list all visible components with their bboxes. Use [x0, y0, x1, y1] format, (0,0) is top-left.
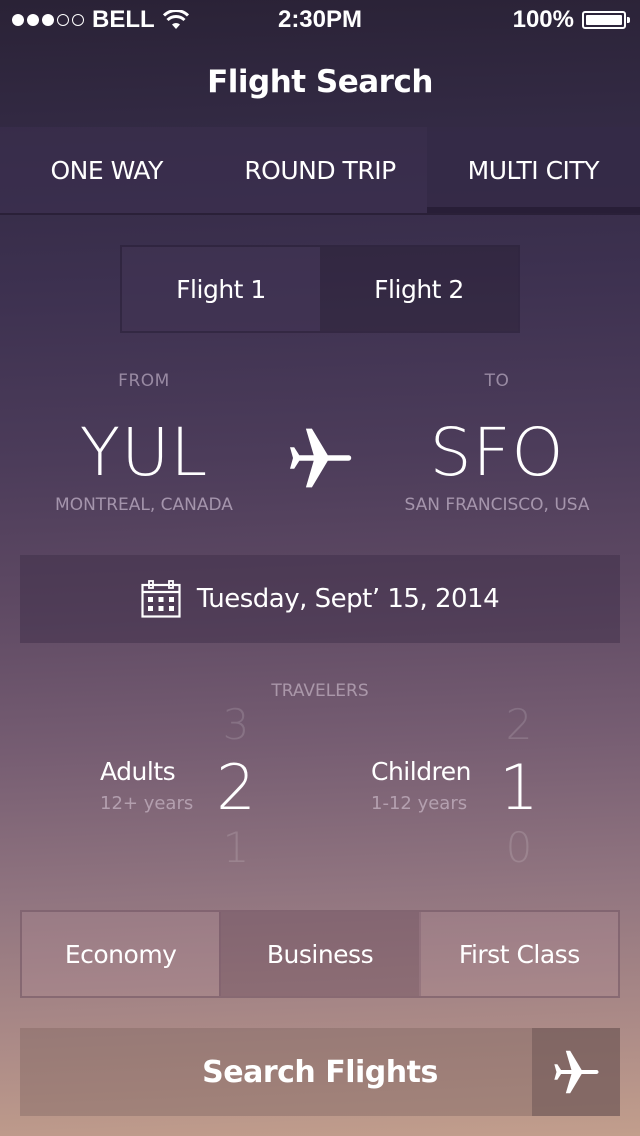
from-label: FROM	[118, 371, 170, 391]
cabin-class-selector: Economy Business First Class	[20, 910, 620, 998]
airplane-icon	[554, 1050, 599, 1094]
battery-icon	[582, 11, 630, 29]
children-count[interactable]: 1	[489, 751, 549, 824]
adults-sublabel: 12+ years	[100, 793, 194, 814]
departure-date-button[interactable]: Tuesday, Sept’ 15, 2014	[20, 555, 620, 643]
adults-label: Adults	[100, 757, 176, 786]
children-picker-above[interactable]: 2	[489, 700, 549, 749]
status-right: 100%	[512, 6, 630, 34]
search-flights-button[interactable]: Search Flights	[20, 1028, 620, 1116]
tab-one-way[interactable]: ONE WAY	[0, 127, 213, 213]
to-label: TO	[484, 371, 510, 391]
class-first-button[interactable]: First Class	[418, 912, 618, 996]
destination-airport-code[interactable]: SFO	[397, 414, 597, 491]
search-flights-icon-box[interactable]	[532, 1028, 620, 1116]
tab-multi-city[interactable]: MULTI CITY	[426, 127, 640, 213]
flight-segment-selector: Flight 1 Flight 2	[120, 245, 520, 333]
adults-count[interactable]: 2	[206, 751, 266, 824]
class-business-button[interactable]: Business	[219, 912, 419, 996]
class-economy-button[interactable]: Economy	[22, 912, 220, 996]
status-bar: BELL 2:30PM 100%	[0, 0, 640, 40]
origin-airport-code[interactable]: YUL	[44, 414, 244, 491]
travelers-label: TRAVELERS	[271, 681, 369, 701]
children-sublabel: 1-12 years	[371, 793, 468, 814]
departure-date-text: Tuesday, Sept’ 15, 2014	[196, 584, 500, 614]
destination-city: SAN FRANCISCO, USA	[404, 495, 590, 515]
page-title: Flight Search	[207, 64, 433, 100]
flight-2-button[interactable]: Flight 2	[320, 247, 518, 331]
flight-1-button[interactable]: Flight 1	[122, 247, 320, 331]
origin-city: MONTREAL, CANADA	[55, 495, 233, 515]
children-label: Children	[371, 757, 472, 786]
adults-picker-below[interactable]: 1	[206, 823, 266, 872]
search-flights-label: Search Flights	[202, 1054, 438, 1090]
tab-round-trip[interactable]: ROUND TRIP	[213, 127, 426, 213]
airplane-icon	[290, 428, 352, 488]
adults-picker-above[interactable]: 3	[206, 700, 266, 749]
children-picker-below[interactable]: 0	[489, 823, 549, 872]
trip-type-tabs: ONE WAY ROUND TRIP MULTI CITY	[0, 127, 640, 215]
calendar-icon	[141, 580, 181, 618]
battery-percent: 100%	[512, 6, 574, 33]
